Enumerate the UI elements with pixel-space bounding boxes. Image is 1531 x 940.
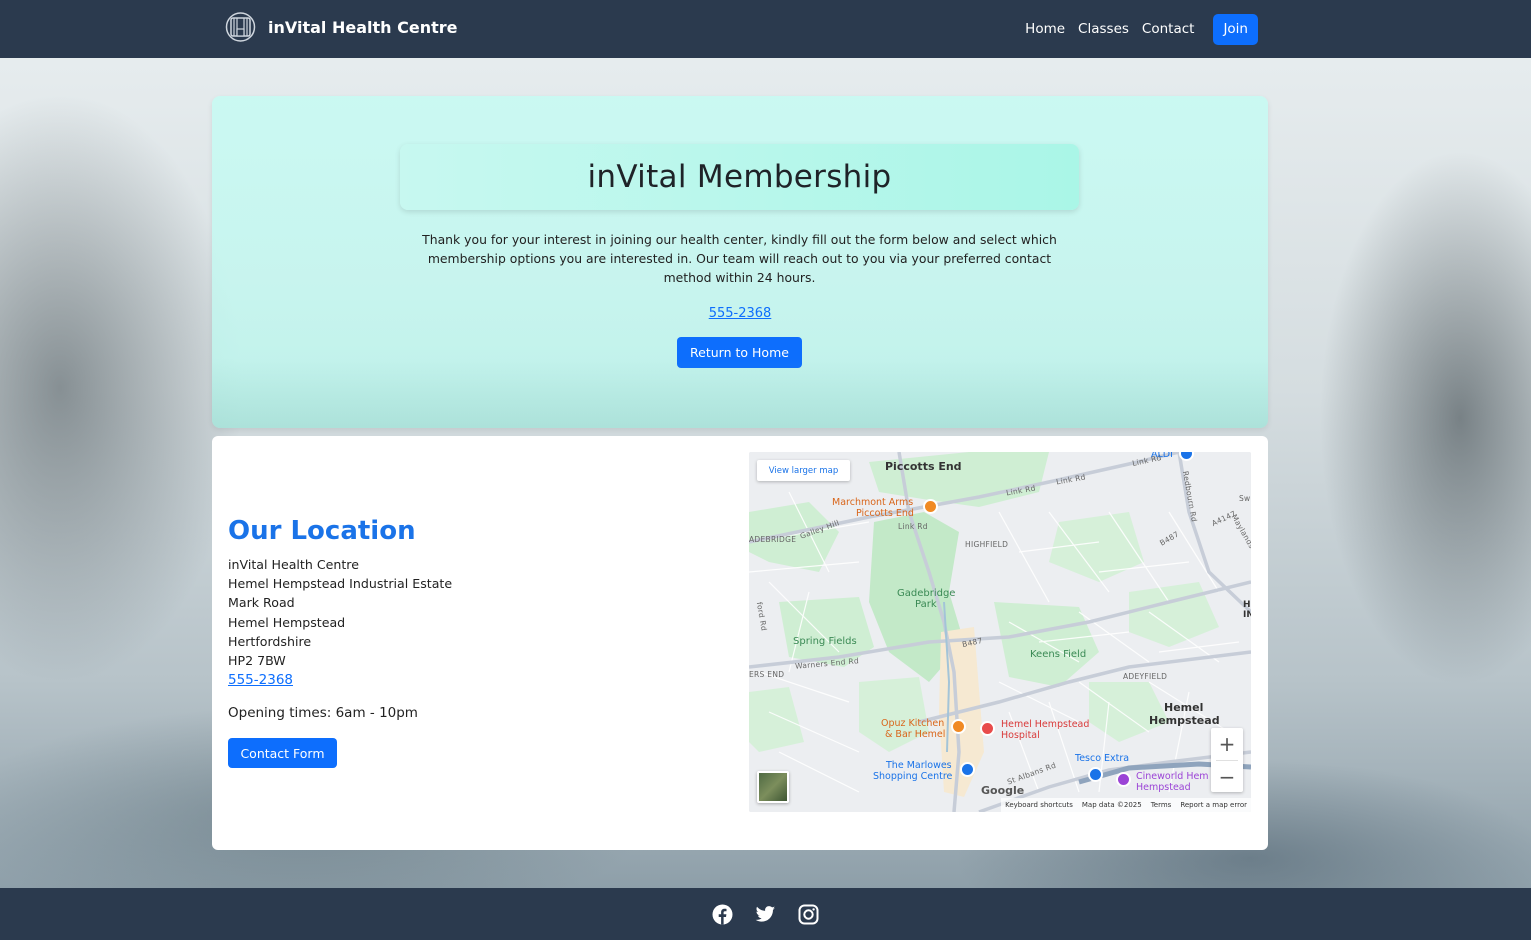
report-error-link[interactable]: Report a map error [1180,801,1247,809]
map-label: Hemel Hempstead [1001,719,1090,730]
hero-phone-link[interactable]: 555-2368 [212,306,1268,321]
location-title: Our Location [228,516,416,546]
join-button[interactable]: Join [1213,13,1258,45]
map-label: Hemel [1164,701,1204,714]
view-larger-map-link[interactable]: View larger map [757,460,850,481]
zoom-controls: + − [1211,728,1243,792]
map-label: ADEYFIELD [1123,672,1168,681]
brand-name: inVital Health Centre [268,17,458,37]
map-label: Park [915,599,937,610]
restaurant-pin-icon[interactable] [951,719,966,734]
map-label: H [1243,600,1251,610]
map-label: & Bar Hemel [885,729,946,740]
bar-pin-icon[interactable] [923,499,938,514]
google-logo: Google [981,784,1025,797]
grocery-pin-icon[interactable] [1088,767,1103,782]
map-label: The Marlowes [886,760,952,771]
hero-title-box: inVital Membership [400,144,1079,210]
location-card: Our Location inVital Health Centre Hemel… [212,436,1268,850]
zoom-out-button[interactable]: − [1211,761,1243,793]
map-label: Opuz Kitchen [881,718,945,729]
shopping-pin-icon[interactable] [960,762,975,777]
address-line: Hemel Hempstead Industrial Estate [228,576,453,592]
address-line: HP2 7BW [228,653,286,669]
address-block: inVital Health Centre Hemel Hempstead In… [228,555,452,690]
address-line: Hemel Hempstead [228,614,346,630]
cinema-pin-icon[interactable] [1116,772,1131,787]
nav-links: Home Classes Contact Join [1025,0,1258,58]
footer [0,888,1531,940]
map-base [749,452,1251,812]
nav-classes[interactable]: Classes [1078,21,1129,37]
nav-contact[interactable]: Contact [1142,21,1195,37]
map-label: IN [1243,610,1251,620]
contact-form-button[interactable]: Contact Form [228,738,337,768]
address-line: Hertfordshire [228,633,312,649]
twitter-icon[interactable] [755,904,776,925]
map-data-text: Map data ©2025 [1081,801,1142,809]
map-label: Hospital [1001,730,1040,741]
page-title: inVital Membership [587,159,892,195]
facebook-icon[interactable] [712,904,733,925]
google-map[interactable]: View larger map Piccotts End Marchmont A… [749,452,1251,812]
address-line: Mark Road [228,595,295,611]
map-label: Sw [1239,494,1251,503]
instagram-icon[interactable] [798,904,819,925]
map-label: ERS END [749,670,785,679]
map-label: Cineworld Hem [1136,771,1209,782]
hero-description: Thank you for your interest in joining o… [422,232,1057,285]
hospital-pin-icon[interactable] [980,721,995,736]
map-label: Piccotts End [885,460,962,473]
membership-hero: inVital Membership Thank you for your in… [212,96,1268,428]
map-label: Shopping Centre [873,771,953,782]
location-phone-link[interactable]: 555-2368 [228,671,452,690]
map-label: Tesco Extra [1075,753,1130,764]
zoom-in-button[interactable]: + [1211,728,1243,760]
map-label: HIGHFIELD [965,540,1009,549]
map-label: ALDI [1151,452,1173,460]
map-label: Hempstead [1136,782,1191,793]
terms-link[interactable]: Terms [1151,801,1172,809]
brand[interactable]: inVital Health Centre [224,11,457,43]
map-label: Marchmont Arms [832,497,914,508]
return-home-button[interactable]: Return to Home [677,337,802,368]
address-line: inVital Health Centre [228,557,359,572]
map-attribution: Keyboard shortcuts Map data ©2025 Terms … [1001,798,1251,812]
keyboard-shortcuts-link[interactable]: Keyboard shortcuts [1005,801,1073,809]
map-label: ADEBRIDGE [749,535,797,544]
map-label: Hempstead [1149,714,1220,727]
gym-logo-icon [225,12,256,42]
map-label: Gadebridge [897,588,956,599]
map-label: Keens Field [1030,649,1087,660]
opening-times: Opening times: 6am - 10pm [228,705,418,721]
navbar: inVital Health Centre Home Classes Conta… [0,0,1531,58]
satellite-toggle[interactable] [757,771,789,803]
map-label: Spring Fields [793,636,857,647]
map-label: Piccotts End [856,508,914,519]
map-label: Link Rd [898,522,928,531]
nav-home[interactable]: Home [1025,21,1065,37]
